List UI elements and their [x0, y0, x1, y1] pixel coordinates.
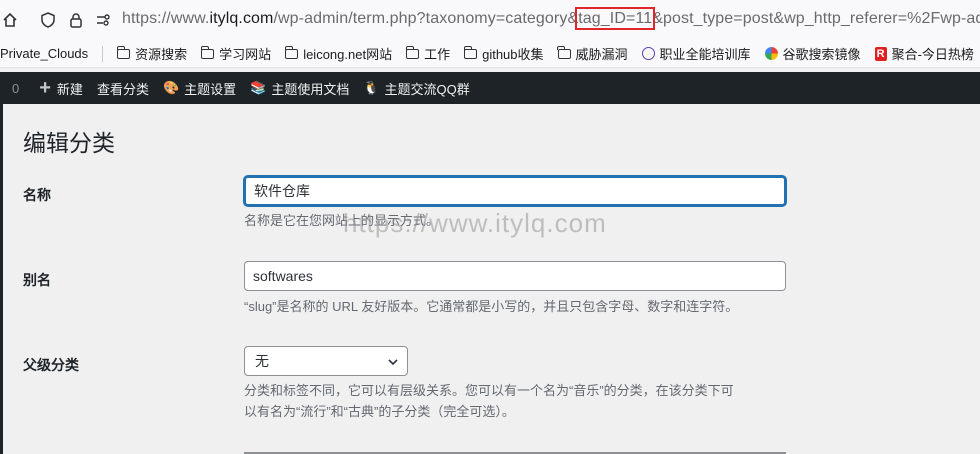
wp-admin-bar: 0 + 新建 查看分类 🎨 主题设置 📚 主题使用文档 🐧 主题交流QQ群 — [0, 72, 980, 104]
home-icon[interactable] — [2, 12, 18, 28]
theme-qq-link[interactable]: 🐧 主题交流QQ群 — [363, 79, 469, 98]
palette-icon: 🎨 — [162, 80, 180, 95]
bookmark-label: leicong.net网站 — [303, 47, 393, 62]
bookmark-private-clouds[interactable]: Private_Clouds — [0, 46, 88, 61]
bookmark-folder-resources[interactable]: 资源搜索 — [116, 44, 188, 63]
slug-input[interactable]: softwares — [244, 261, 786, 291]
folder-icon — [200, 45, 215, 59]
bookmark-label: 工作 — [424, 47, 451, 62]
watermark: https://www.itylq.com — [343, 208, 607, 238]
google-icon — [764, 47, 778, 60]
folder-icon — [557, 45, 571, 59]
parent-category-select[interactable]: 无 — [244, 346, 408, 376]
comments-count-label: 0 — [12, 80, 20, 96]
folder-icon — [284, 45, 299, 59]
url-path: /wp-admin/term.php?taxonomy=category& — [273, 10, 579, 27]
slug-label: 别名 — [23, 272, 51, 288]
bookmark-folder-github[interactable]: github收集 — [463, 44, 544, 63]
edit-category-form: 编辑分类 名称 软件仓库 名称是它在您网站上的显示方式。 别名 software… — [3, 104, 980, 454]
bookmark-label: Private_Clouds — [0, 46, 89, 61]
browser-address-bar: https://www.itylq.com/wp-admin/term.php?… — [0, 0, 980, 40]
bookmark-google-mirror[interactable]: 谷歌搜索镜像 — [764, 44, 861, 63]
view-category-link[interactable]: 查看分类 — [97, 79, 149, 98]
screen: https://www.itylq.com/wp-admin/term.php?… — [0, 0, 980, 454]
name-label: 名称 — [23, 187, 51, 203]
bookmark-label: 聚合-今日热榜 — [891, 47, 974, 62]
slug-description: “slug”是名称的 URL 友好版本。它通常都是小写的，并且只包含字母、数字和… — [244, 299, 739, 314]
book-icon: 📚 — [250, 80, 267, 95]
bookmark-label: 资源搜索 — [135, 47, 188, 62]
bookmark-label: github收集 — [482, 47, 544, 62]
comments-count[interactable]: 0 — [12, 81, 19, 96]
folder-icon — [463, 45, 478, 59]
bookmark-training[interactable]: 职业全能培训库 — [641, 44, 751, 63]
bookmark-folder-learning[interactable]: 学习网站 — [200, 44, 272, 63]
bookmark-folder-leicong[interactable]: leicong.net网站 — [284, 44, 393, 63]
bookmark-separator — [102, 45, 117, 62]
folder-icon — [116, 45, 131, 59]
lock-icon[interactable] — [68, 12, 84, 28]
bookmark-folder-work[interactable]: 工作 — [405, 44, 451, 63]
site-permissions-icon[interactable] — [95, 12, 111, 28]
parent-category-label: 父级分类 — [23, 357, 79, 373]
url-text[interactable]: https://www.itylq.com/wp-admin/term.php?… — [122, 7, 980, 30]
theme-docs-link[interactable]: 📚 主题使用文档 — [250, 79, 349, 98]
bookmark-label: 学习网站 — [219, 47, 272, 62]
bookmark-label: 威胁漏洞 — [575, 47, 628, 62]
plus-icon: + — [39, 77, 51, 99]
new-label: 新建 — [56, 81, 83, 97]
url-prefix: https://www. — [122, 10, 210, 27]
parent-description-line-1: 分类和标签不同，它可以有层级关系。您可以有一个名为“音乐”的分类，在该分类下可 — [244, 383, 734, 398]
bookmark-label: 职业全能培训库 — [659, 47, 751, 62]
name-input[interactable]: 软件仓库 — [244, 176, 786, 206]
url-host: itylq.com — [209, 10, 274, 27]
globe-icon — [641, 47, 655, 60]
new-content-button[interactable]: + 新建 — [39, 78, 83, 98]
parent-description-line-2: 以有名为“流行”和“古典”的子分类（完全可选）。 — [244, 404, 515, 419]
parent-category-value: 无 — [255, 353, 269, 369]
bookmark-label: 谷歌搜索镜像 — [782, 47, 861, 62]
view-category-label: 查看分类 — [96, 81, 149, 97]
chevron-down-icon — [388, 359, 398, 366]
qq-penguin-icon: 🐧 — [363, 80, 380, 95]
folder-icon — [405, 45, 420, 59]
url-suffix: &post_type=post&wp_http_referer=%2Fwp-ad… — [652, 10, 980, 27]
theme-settings-link[interactable]: 🎨 主题设置 — [163, 79, 236, 98]
url-highlight-tag-id: tag_ID=11 — [575, 7, 656, 30]
r-logo-icon: R — [874, 46, 887, 61]
bookmarks-bar: Private_Clouds 资源搜索 学习网站 leicong.net网站 工… — [0, 40, 980, 68]
theme-qq-label: 主题交流QQ群 — [384, 81, 470, 97]
shield-icon[interactable] — [40, 12, 56, 28]
bookmark-folder-vulns[interactable]: 威胁漏洞 — [557, 44, 628, 63]
page-title: 编辑分类 — [23, 130, 115, 156]
theme-docs-label: 主题使用文档 — [271, 81, 350, 97]
bookmark-hot-list[interactable]: R 聚合-今日热榜 — [874, 44, 974, 63]
theme-settings-label: 主题设置 — [184, 81, 237, 97]
